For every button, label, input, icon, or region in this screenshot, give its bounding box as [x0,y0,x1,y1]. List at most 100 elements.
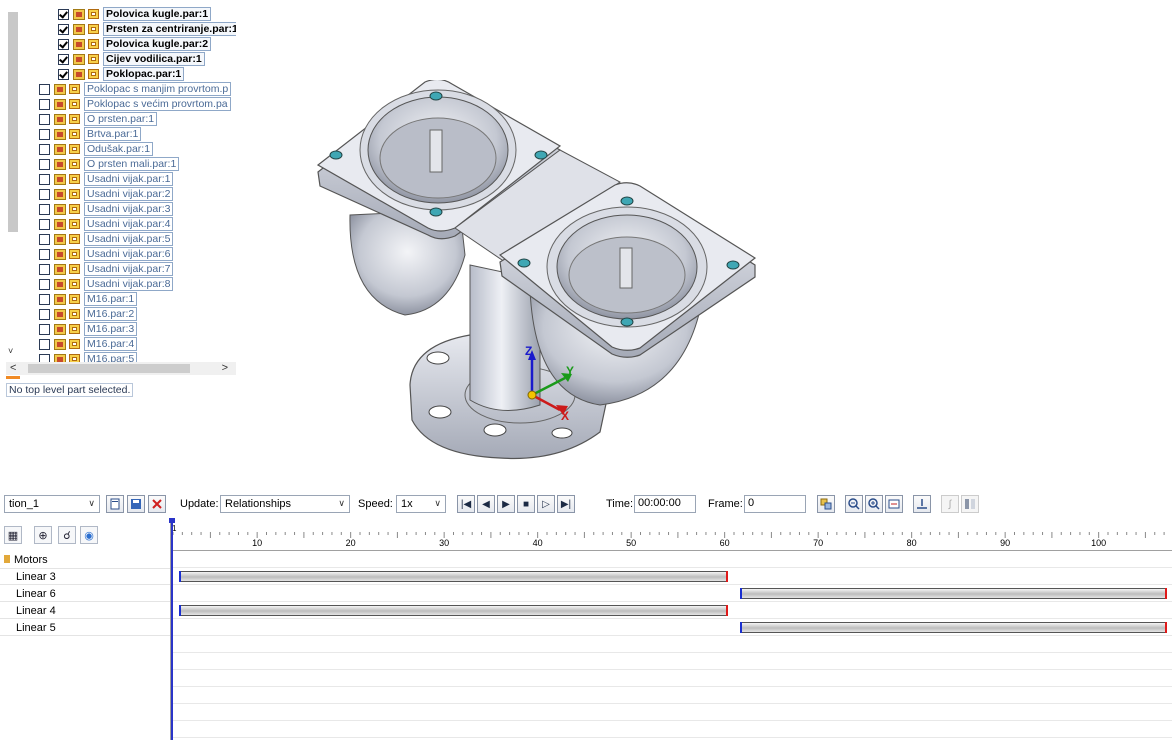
curve-button[interactable]: ∫ [941,495,959,513]
visibility-checkbox[interactable] [39,173,50,185]
camera-button[interactable]: ◉ [80,526,98,544]
go-to-start-button[interactable]: |◀ [457,495,475,513]
tree-item[interactable]: M16.par:2 [39,307,138,321]
tree-item[interactable]: Poklopac s većim provrtom.pa [39,97,231,111]
visibility-checkbox[interactable] [58,38,69,50]
bar-start-handle[interactable] [179,571,181,582]
fit-timeline-button[interactable] [885,495,903,513]
properties-button[interactable] [817,495,835,513]
tree-vertical-scrollbar[interactable] [8,12,18,232]
visibility-checkbox[interactable] [39,338,50,350]
visibility-checkbox[interactable] [39,188,50,200]
step-forward-button[interactable]: ▷ [537,495,555,513]
tree-item[interactable]: Usadni vijak.par:2 [39,187,174,201]
motor-bar[interactable] [179,605,728,616]
visibility-checkbox[interactable] [39,203,50,215]
tree-item[interactable]: M16.par:4 [39,337,138,351]
motor-bar[interactable] [740,588,1168,599]
visibility-checkbox[interactable] [58,23,69,35]
collapse-chevron[interactable]: ˅ [8,346,13,356]
new-animation-button[interactable] [106,495,124,513]
visibility-checkbox[interactable] [39,293,50,305]
go-to-end-button[interactable]: ▶| [557,495,575,513]
tree-item[interactable]: Brtva.par:1 [39,127,142,141]
assembly-tree[interactable]: Polovica kugle.par:1 Prsten za centriranj… [0,0,236,372]
tree-item[interactable]: Usadni vijak.par:7 [39,262,174,276]
update-select[interactable]: Relationships ∨ [220,495,350,513]
bar-end-handle[interactable] [725,571,728,582]
visibility-checkbox[interactable] [39,278,50,290]
bar-end-handle[interactable] [1165,622,1168,633]
tree-item[interactable]: Prsten za centriranje.par:1 [58,22,236,36]
visibility-checkbox[interactable] [39,128,50,140]
scroll-thumb[interactable] [28,364,190,373]
tree-item[interactable]: Usadni vijak.par:5 [39,232,174,246]
zoom-out-button[interactable] [845,495,863,513]
3d-model-view[interactable] [300,80,760,470]
tree-item[interactable]: Poklopac s manjim provrtom.p [39,82,232,96]
visibility-checkbox[interactable] [39,83,50,95]
time-field[interactable]: 00:00:00 [634,495,696,513]
tree-item[interactable]: Usadni vijak.par:1 [39,172,174,186]
scroll-right-button[interactable]: > [222,362,228,374]
tree-item[interactable]: Odušak.par:1 [39,142,154,156]
tree-item[interactable]: O prsten.par:1 [39,112,158,126]
playhead[interactable] [171,518,173,740]
visibility-checkbox[interactable] [39,98,50,110]
bar-start-handle[interactable] [740,588,742,599]
track-label[interactable]: Linear 3 [0,569,170,585]
show-parts-button[interactable]: ⊕ [34,526,52,544]
motor-bar[interactable] [179,571,728,582]
bar-start-handle[interactable] [179,605,181,616]
visibility-checkbox[interactable] [39,158,50,170]
visibility-checkbox[interactable] [39,143,50,155]
frame-field[interactable]: 0 [744,495,806,513]
visibility-checkbox[interactable] [58,68,69,80]
save-animation-button[interactable] [127,495,145,513]
tree-horizontal-scrollbar[interactable]: < > [6,362,236,375]
tree-item[interactable]: Cijev vodilica.par:1 [58,52,205,66]
visibility-checkbox[interactable] [39,248,50,260]
stop-button[interactable]: ■ [517,495,535,513]
speed-select[interactable]: 1x ∨ [396,495,446,513]
visibility-checkbox[interactable] [39,323,50,335]
bar-end-handle[interactable] [1165,588,1168,599]
show-motors-button[interactable]: ☌ [58,526,76,544]
tree-item[interactable]: Usadni vijak.par:4 [39,217,174,231]
visibility-checkbox[interactable] [58,8,69,20]
tree-item[interactable]: Usadni vijak.par:6 [39,247,174,261]
tree-item[interactable]: Usadni vijak.par:8 [39,277,174,291]
track-label[interactable]: Linear 6 [0,586,170,602]
zoom-in-button[interactable] [865,495,883,513]
track-label[interactable]: Linear 4 [0,603,170,619]
tree-item[interactable]: O prsten mali.par:1 [39,157,180,171]
tree-item[interactable]: M16.par:3 [39,322,138,336]
tree-item[interactable]: Poklopac.par:1 [58,67,185,81]
align-button[interactable] [913,495,931,513]
delete-animation-button[interactable] [148,495,166,513]
motors-group[interactable]: Motors [0,552,170,569]
visibility-checkbox[interactable] [39,263,50,275]
play-reverse-button[interactable]: ◀ [477,495,495,513]
scroll-left-button[interactable]: < [10,362,16,374]
bar-start-handle[interactable] [740,622,742,633]
tree-item[interactable]: Usadni vijak.par:3 [39,202,174,216]
visibility-checkbox[interactable] [39,218,50,230]
tree-item[interactable]: Polovica kugle.par:1 [58,7,212,21]
play-button[interactable]: ▶ [497,495,515,513]
motor-bar[interactable] [740,622,1168,633]
filter-button[interactable]: ▦ [4,526,22,544]
tree-item[interactable]: M16.par:1 [39,292,138,306]
timeline-track-area[interactable] [171,550,1172,740]
visibility-checkbox[interactable] [39,233,50,245]
tree-item[interactable]: Polovica kugle.par:2 [58,37,212,51]
track-label[interactable]: Linear 5 [0,620,170,636]
bar-end-handle[interactable] [725,605,728,616]
animation-select[interactable]: tion_1 ∨ [4,495,100,513]
playhead-handle[interactable] [169,518,175,523]
visibility-checkbox[interactable] [39,113,50,125]
timeline-ruler[interactable]: 110 20 30 40 50 60 70 80 90 100 [171,524,1172,550]
visibility-checkbox[interactable] [39,308,50,320]
visibility-checkbox[interactable] [58,53,69,65]
split-view-button[interactable] [961,495,979,513]
